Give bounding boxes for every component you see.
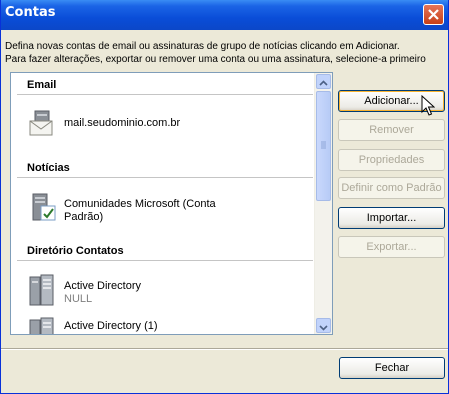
section-header-news: Notícias [27, 162, 70, 174]
account-entry-news[interactable]: Comunidades Microsoft (Conta Padrão) [64, 198, 216, 224]
mail-account-icon [29, 110, 53, 136]
account-entry-directory-2[interactable]: Active Directory (1) [64, 320, 158, 333]
description-line-2: Para fazer alterações, exportar ou remov… [5, 54, 426, 65]
section-divider [17, 177, 313, 178]
close-button[interactable]: Fechar [339, 357, 445, 379]
description-line-1: Defina novas contas de email ou assinatu… [5, 41, 400, 52]
account-entry-news-line-1: Comunidades Microsoft (Conta [64, 198, 216, 210]
accounts-list[interactable]: Email mail.seudominio.com.br Notícias Co… [10, 72, 333, 335]
chevron-up-icon [319, 80, 328, 86]
section-divider [17, 260, 313, 261]
grip-icon [321, 141, 326, 149]
chevron-down-icon [319, 325, 328, 331]
accounts-dialog: Contas Defina novas contas de email ou a… [0, 0, 449, 394]
close-icon [428, 9, 439, 20]
section-divider [17, 94, 313, 95]
section-header-email: Email [27, 79, 57, 91]
properties-button[interactable]: Propriedades [338, 149, 445, 171]
mouse-cursor-icon [421, 95, 435, 116]
directory-server-icon [29, 317, 54, 334]
set-default-button[interactable]: Definir como Padrão [338, 177, 445, 199]
directory-server-icon [29, 274, 54, 306]
import-button[interactable]: Importar... [338, 207, 445, 229]
scroll-thumb[interactable] [316, 91, 331, 201]
accounts-list-scrollbar[interactable] [314, 73, 332, 334]
export-button[interactable]: Exportar... [338, 236, 445, 258]
account-entry-email[interactable]: mail.seudominio.com.br [64, 117, 180, 130]
section-header-directory: Diretório Contatos [27, 245, 124, 257]
window-title: Contas [5, 5, 56, 20]
remove-button[interactable]: Remover [338, 119, 445, 141]
news-account-icon [32, 193, 56, 221]
account-entry-directory-1[interactable]: Active Directory NULL [64, 280, 141, 306]
account-entry-news-line-2: Padrão) [64, 211, 104, 223]
account-entry-directory-1-sub: NULL [64, 293, 93, 305]
dialog-description: Defina novas contas de email ou assinatu… [5, 40, 426, 66]
title-bar[interactable]: Contas [1, 0, 448, 30]
scroll-down-button[interactable] [316, 318, 331, 333]
account-entry-directory-1-name: Active Directory [64, 280, 142, 292]
close-window-button[interactable] [423, 4, 444, 25]
scroll-up-button[interactable] [316, 74, 331, 89]
footer-separator [1, 348, 448, 350]
